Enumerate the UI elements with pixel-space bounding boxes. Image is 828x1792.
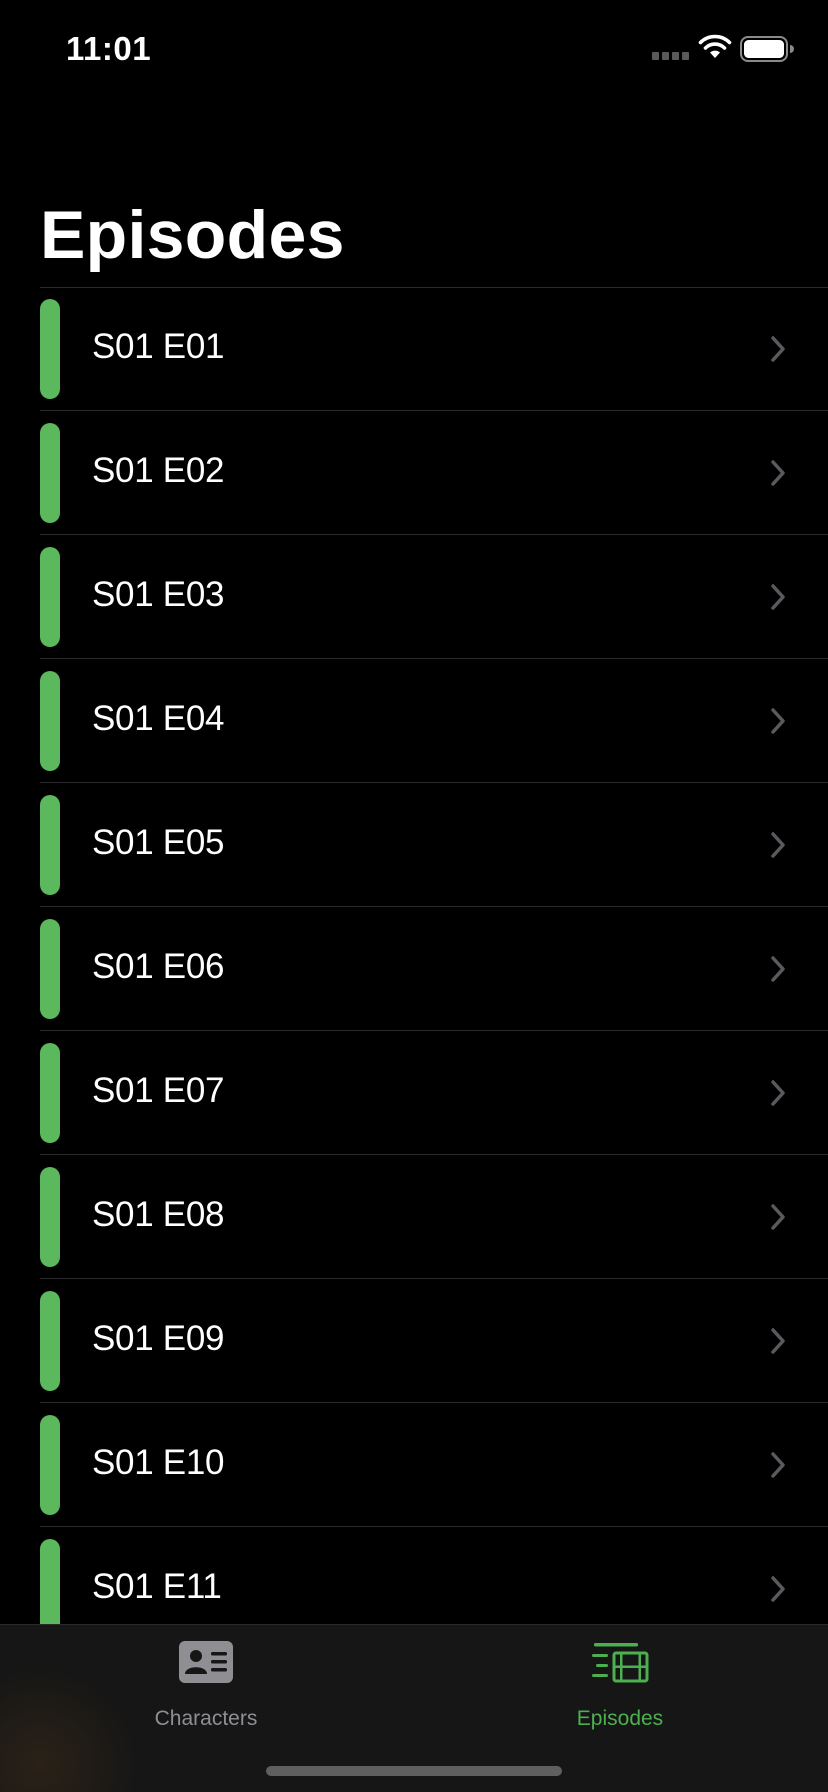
- watched-indicator: [40, 299, 60, 399]
- battery-icon: [740, 36, 794, 62]
- screen: 11:01 Episodes S01 E01 S01 E02 S01 E03 S…: [0, 0, 828, 1792]
- episode-row-s01e04[interactable]: S01 E04: [0, 659, 828, 783]
- episode-label: S01 E04: [92, 699, 225, 738]
- page-title: Episodes: [40, 197, 345, 273]
- chevron-right-icon: [771, 584, 785, 610]
- chevron-right-icon: [771, 1452, 785, 1478]
- watched-indicator: [40, 1291, 60, 1391]
- watched-indicator: [40, 423, 60, 523]
- episode-label: S01 E09: [92, 1319, 225, 1358]
- tab-episodes[interactable]: Episodes: [470, 1625, 770, 1745]
- status-bar: 11:01: [0, 0, 828, 100]
- watched-indicator: [40, 1415, 60, 1515]
- watched-indicator: [40, 1167, 60, 1267]
- tab-characters-label: Characters: [154, 1707, 258, 1730]
- chevron-right-icon: [771, 708, 785, 734]
- episode-row-s01e07[interactable]: S01 E07: [0, 1031, 828, 1155]
- wifi-icon: [698, 34, 732, 58]
- watched-indicator: [40, 795, 60, 895]
- chevron-right-icon: [771, 956, 785, 982]
- tab-characters[interactable]: Characters: [56, 1625, 356, 1745]
- episode-row-s01e03[interactable]: S01 E03: [0, 535, 828, 659]
- chevron-right-icon: [771, 832, 785, 858]
- chevron-right-icon: [771, 1576, 785, 1602]
- watched-indicator: [40, 547, 60, 647]
- chevron-right-icon: [771, 336, 785, 362]
- episode-row-s01e08[interactable]: S01 E08: [0, 1155, 828, 1279]
- episode-label: S01 E06: [92, 947, 225, 986]
- episode-row-s01e02[interactable]: S01 E02: [0, 411, 828, 535]
- chevron-right-icon: [771, 1080, 785, 1106]
- person-card-icon: [179, 1641, 233, 1683]
- episode-label: S01 E07: [92, 1071, 225, 1110]
- tab-episodes-label: Episodes: [576, 1707, 664, 1730]
- film-list-icon: [592, 1643, 649, 1683]
- status-time: 11:01: [66, 30, 152, 67]
- episode-label: S01 E05: [92, 823, 225, 862]
- chevron-right-icon: [771, 1204, 785, 1230]
- cellular-signal-icon: [652, 52, 689, 60]
- home-indicator[interactable]: [266, 1766, 562, 1776]
- chevron-right-icon: [771, 1328, 785, 1354]
- episode-row-s01e01[interactable]: S01 E01: [0, 287, 828, 411]
- episode-row-s01e10[interactable]: S01 E10: [0, 1403, 828, 1527]
- episode-label: S01 E08: [92, 1195, 225, 1234]
- episode-label: S01 E02: [92, 451, 225, 490]
- episode-row-s01e06[interactable]: S01 E06: [0, 907, 828, 1031]
- episode-row-s01e09[interactable]: S01 E09: [0, 1279, 828, 1403]
- watched-indicator: [40, 919, 60, 1019]
- watched-indicator: [40, 671, 60, 771]
- episode-label: S01 E01: [92, 327, 225, 366]
- episode-row-s01e05[interactable]: S01 E05: [0, 783, 828, 907]
- episode-label: S01 E10: [92, 1443, 225, 1482]
- episode-label: S01 E11: [92, 1567, 222, 1606]
- chevron-right-icon: [771, 460, 785, 486]
- episode-label: S01 E03: [92, 575, 225, 614]
- episode-list: S01 E01 S01 E02 S01 E03 S01 E04 S01 E05: [0, 287, 828, 1651]
- watched-indicator: [40, 1043, 60, 1143]
